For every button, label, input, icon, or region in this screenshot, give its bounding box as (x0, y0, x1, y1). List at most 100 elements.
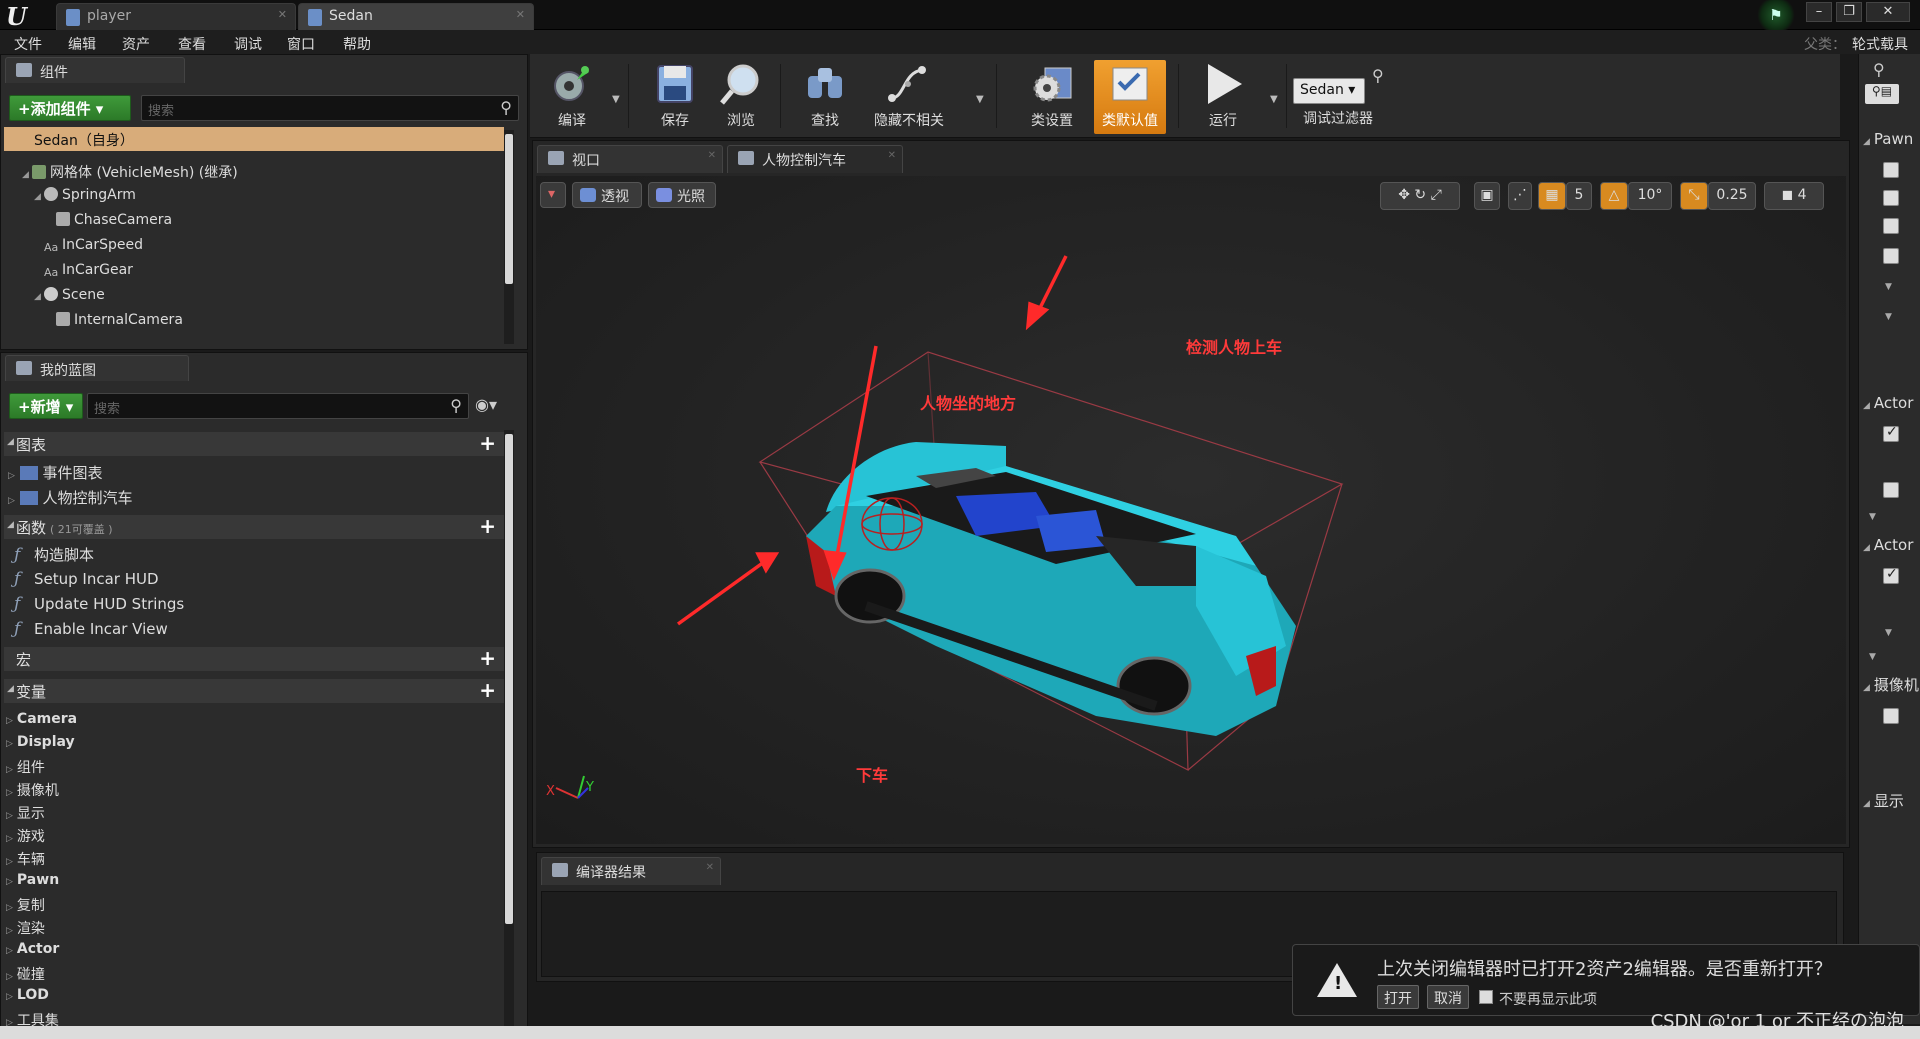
chevron-down-icon[interactable]: ▼ (976, 94, 984, 105)
variable-category[interactable]: ▷ Pawn (6, 872, 59, 888)
variable-category[interactable]: ▷ 显示 (6, 803, 45, 823)
tree-item-incarspeed[interactable]: Aa InCarSpeed (44, 237, 143, 259)
tab-my-blueprint[interactable]: 我的蓝图 (5, 355, 189, 381)
add-new-button[interactable]: +新增 ▾ (9, 393, 83, 419)
list-item-event-graph[interactable]: ▷ 事件图表 (8, 462, 103, 483)
category-graphs[interactable]: ◢ 图表 + (4, 431, 504, 456)
category-macros[interactable]: 宏 + (4, 646, 504, 671)
tree-item-internalcamera[interactable]: InternalCamera (56, 312, 183, 334)
list-item-function[interactable]: ƒ Update HUD Strings (14, 594, 184, 614)
debug-object-select[interactable]: Sedan ▾ (1293, 78, 1365, 104)
details-category[interactable]: ◢ Actor (1863, 394, 1913, 412)
eye-icon[interactable]: ◉▾ (475, 395, 497, 414)
components-scrollbar[interactable] (504, 130, 514, 344)
chevron-down-icon[interactable]: ▼ (612, 94, 620, 105)
tab-compiler-results[interactable]: 编译器结果 ✕ (541, 857, 721, 885)
menu-view[interactable]: 查看 (178, 34, 206, 54)
category-variables[interactable]: ◢ 变量 + (4, 678, 504, 703)
checkbox[interactable] (1883, 566, 1899, 584)
tree-item-scene[interactable]: ◢ Scene (34, 287, 105, 309)
variable-category[interactable]: ▷ 复制 (6, 895, 45, 915)
checkbox[interactable] (1883, 218, 1899, 234)
find-button[interactable]: 查找 (794, 60, 856, 134)
tree-item-vehiclemesh[interactable]: ◢ 网格体 (VehicleMesh) (继承) (22, 162, 238, 184)
tree-item-incargear[interactable]: Aa InCarGear (44, 262, 133, 284)
chevron-down-icon[interactable]: ▼ (1869, 652, 1876, 662)
blueprint-search-input[interactable]: 搜索 ⚲ (87, 393, 469, 419)
close-icon[interactable]: ✕ (516, 8, 525, 21)
viewport[interactable]: ▾ 透视 光照 ✥ ↻ ⤢ ▣ ⋰ ▦ 5 △ 10° ⤡ 0.25 ◼ 4 X… (536, 176, 1846, 844)
list-item-construction-script[interactable]: ƒ 构造脚本 (14, 544, 94, 565)
add-macro-button[interactable]: + (479, 646, 496, 670)
components-search-input[interactable]: 搜索 ⚲ (141, 95, 519, 121)
variable-category[interactable]: ▷ 渲染 (6, 918, 45, 938)
details-category[interactable]: ◢ Pawn (1863, 130, 1913, 148)
menu-edit[interactable]: 编辑 (68, 34, 96, 54)
close-icon[interactable]: ✕ (706, 862, 714, 873)
details-category[interactable]: ◢ 摄像机 (1863, 674, 1919, 695)
category-functions[interactable]: ◢ 函数( 21可覆盖 ) + (4, 514, 504, 539)
details-category[interactable]: ◢ 显示 (1863, 790, 1904, 811)
save-button[interactable]: 保存 (644, 60, 706, 134)
list-item-function[interactable]: ƒ Setup Incar HUD (14, 569, 159, 589)
variable-category[interactable]: ▷ Display (6, 734, 75, 750)
menu-debug[interactable]: 调试 (234, 34, 262, 54)
menu-window[interactable]: 窗口 (287, 34, 315, 54)
checkbox[interactable] (1883, 162, 1899, 178)
tree-item-springarm[interactable]: ◢ SpringArm (34, 187, 136, 209)
variable-category[interactable]: ▷ 游戏 (6, 826, 45, 846)
variable-category[interactable]: ▷ LOD (6, 987, 49, 1003)
search-icon[interactable]: ⚲ (1372, 66, 1384, 85)
class-settings-button[interactable]: 类设置 (1016, 60, 1088, 134)
list-item-function[interactable]: ƒ Enable Incar View (14, 619, 168, 639)
compile-button[interactable]: 编译 (534, 60, 610, 134)
class-defaults-button[interactable]: 类默认值 (1094, 60, 1166, 134)
variable-category[interactable]: ▷ 车辆 (6, 849, 45, 869)
chevron-down-icon[interactable]: ▼ (1270, 94, 1278, 105)
menu-asset[interactable]: 资产 (122, 34, 150, 54)
checkbox[interactable] (1883, 190, 1899, 206)
component-root-sedan[interactable]: Sedan（自身） (4, 127, 504, 151)
add-component-button[interactable]: +添加组件 ▾ (9, 95, 131, 121)
unreal-logo-icon[interactable]: U (6, 2, 46, 31)
run-button[interactable]: 运行 (1190, 60, 1256, 134)
add-graph-button[interactable]: + (479, 431, 496, 455)
minimize-button[interactable]: – (1806, 2, 1832, 22)
variable-category[interactable]: ▷ 碰撞 (6, 964, 45, 984)
variable-category[interactable]: ▷ 组件 (6, 757, 45, 777)
checkbox[interactable] (1883, 424, 1899, 442)
details-category[interactable]: ◢ Actor (1863, 536, 1913, 554)
close-icon[interactable]: ✕ (278, 8, 287, 21)
browse-button[interactable]: 浏览 (710, 60, 772, 134)
hide-unrelated-button[interactable]: 隐藏不相关 (864, 60, 954, 134)
tree-item-chasecamera[interactable]: ChaseCamera (56, 212, 172, 234)
maximize-button[interactable]: ❐ (1836, 2, 1862, 22)
checkbox[interactable] (1883, 482, 1899, 498)
close-window-button[interactable]: ✕ (1866, 2, 1910, 22)
property-matrix-icon[interactable]: ⚲▤ (1865, 84, 1899, 104)
chevron-down-icon[interactable]: ▼ (1885, 628, 1892, 638)
parent-class-link[interactable]: 轮式载具 (1852, 37, 1908, 53)
variable-category[interactable]: ▷ 摄像机 (6, 780, 59, 800)
source-control-icon[interactable]: ⚑ (1754, 0, 1798, 30)
search-icon[interactable]: ⚲ (1873, 60, 1885, 79)
menu-file[interactable]: 文件 (14, 34, 42, 54)
close-icon[interactable]: ✕ (708, 150, 716, 161)
cancel-button[interactable]: 取消 (1427, 985, 1469, 1009)
checkbox[interactable] (1883, 248, 1899, 264)
menu-help[interactable]: 帮助 (343, 34, 371, 54)
chevron-down-icon[interactable]: ▼ (1885, 282, 1892, 292)
dont-show-again-checkbox[interactable] (1479, 990, 1493, 1004)
list-item-character-drive[interactable]: ▷ 人物控制汽车 (8, 487, 133, 508)
add-variable-button[interactable]: + (479, 678, 496, 702)
chevron-down-icon[interactable]: ▼ (1885, 312, 1892, 322)
variable-category[interactable]: ▷ Actor (6, 941, 59, 957)
chevron-down-icon[interactable]: ▼ (1869, 512, 1876, 522)
tab-components[interactable]: 组件 (5, 57, 185, 83)
blueprint-scrollbar[interactable] (504, 430, 514, 1026)
add-function-button[interactable]: + (479, 514, 496, 538)
tab-viewport[interactable]: 视口 ✕ (537, 145, 723, 173)
tab-character-drive[interactable]: 人物控制汽车 ✕ (727, 145, 903, 173)
variable-category[interactable]: ▷ Camera (6, 711, 77, 727)
checkbox[interactable] (1883, 708, 1899, 724)
